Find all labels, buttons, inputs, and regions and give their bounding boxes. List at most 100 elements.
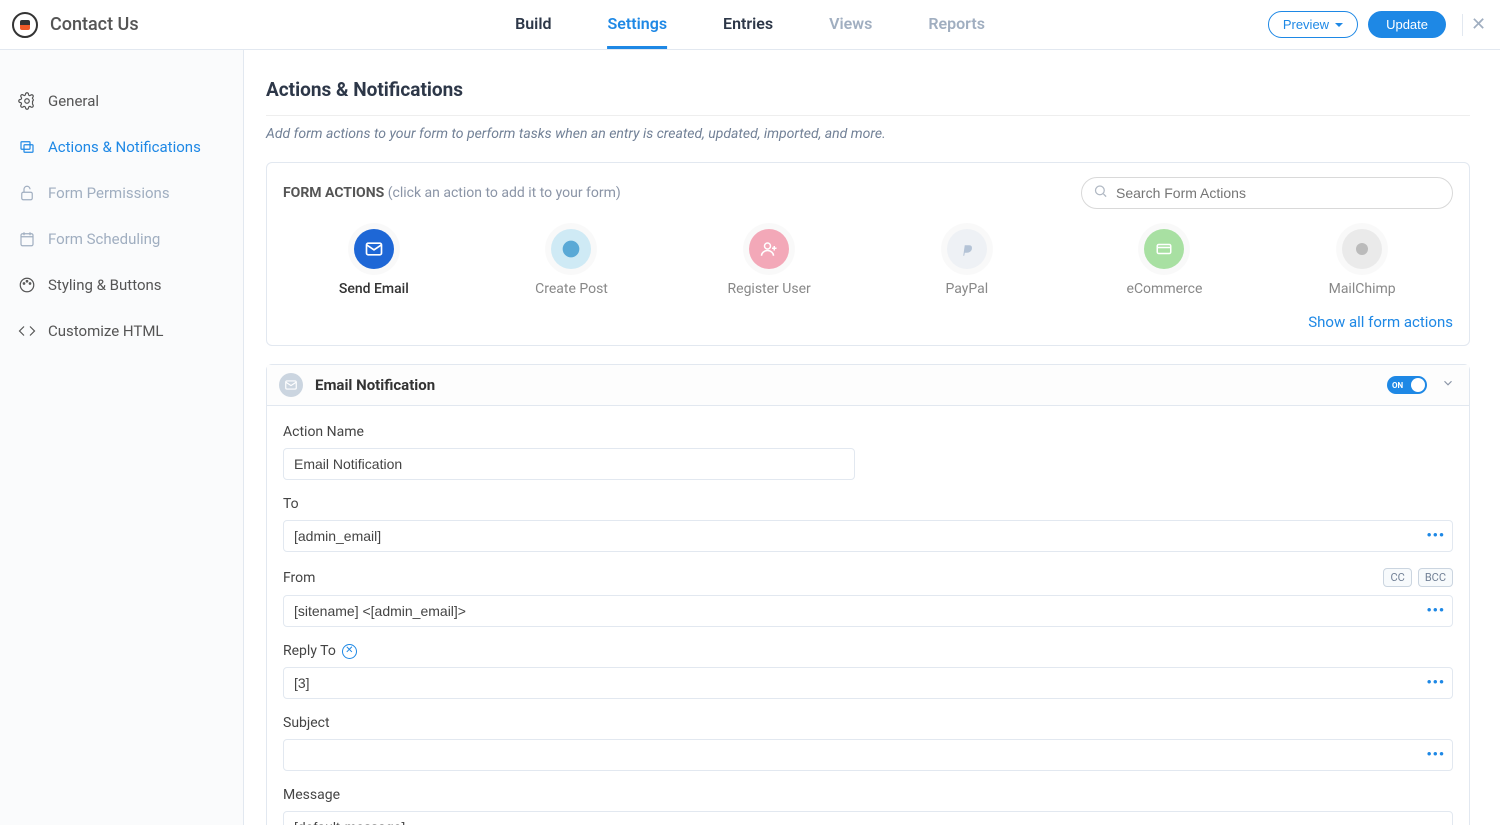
user-plus-icon (749, 229, 789, 269)
toggle-on[interactable]: ON (1387, 376, 1427, 394)
sidebar-label-general: General (48, 92, 99, 110)
input-reply-to[interactable] (283, 667, 1453, 699)
cc-button[interactable]: CC (1383, 568, 1411, 587)
brand-logo-icon (12, 12, 38, 38)
divider (266, 115, 1470, 116)
sidebar-label-actions: Actions & Notifications (48, 138, 201, 156)
preview-button[interactable]: Preview (1268, 11, 1358, 38)
action-register-user[interactable]: Register User (689, 229, 849, 297)
page-title: Actions & Notifications (266, 78, 1470, 105)
brand: Contact Us (12, 12, 232, 38)
label-from: From (283, 570, 315, 586)
credit-card-icon (1144, 229, 1184, 269)
field-reply-to: Reply To ✕ ••• (283, 643, 1453, 699)
toggle-label: ON (1392, 381, 1403, 390)
form-actions-panel: FORM ACTIONS (click an action to add it … (266, 162, 1470, 346)
action-label: Send Email (339, 281, 409, 297)
page-description: Add form actions to your form to perform… (266, 126, 1470, 142)
input-message[interactable] (283, 811, 1453, 825)
field-to: To ••• (283, 496, 1453, 552)
main-tabs: Build Settings Entries Views Reports (515, 0, 985, 49)
form-actions-header: FORM ACTIONS (click an action to add it … (267, 163, 1469, 209)
form-actions-heading-text: FORM ACTIONS (283, 185, 384, 201)
email-notification-title: Email Notification (315, 376, 435, 394)
input-subject[interactable] (283, 739, 1453, 771)
form-title: Contact Us (50, 14, 139, 35)
label-subject: Subject (283, 715, 1453, 731)
palette-icon (18, 276, 36, 294)
mail-icon (354, 229, 394, 269)
top-bar-right: Preview Update ✕ (1268, 11, 1484, 38)
input-from[interactable] (283, 595, 1453, 627)
tab-views[interactable]: Views (829, 0, 872, 49)
action-create-post[interactable]: Create Post (491, 229, 651, 297)
sidebar-item-permissions[interactable]: Form Permissions (0, 170, 243, 216)
show-all-link[interactable]: Show all form actions (1308, 313, 1453, 331)
label-action-name: Action Name (283, 424, 1453, 440)
more-icon[interactable]: ••• (1426, 603, 1445, 619)
field-message: Message (283, 787, 1453, 825)
paypal-icon (947, 229, 987, 269)
form-actions-subheading: (click an action to add it to your form) (388, 185, 621, 201)
lock-icon (18, 184, 36, 202)
chevron-down-icon (1335, 23, 1343, 27)
gear-icon (18, 92, 36, 110)
label-reply-to: Reply To (283, 643, 336, 659)
sidebar-item-scheduling[interactable]: Form Scheduling (0, 216, 243, 262)
top-bar: Contact Us Build Settings Entries Views … (0, 0, 1500, 50)
sidebar-item-styling[interactable]: Styling & Buttons (0, 262, 243, 308)
form-actions-heading: FORM ACTIONS (click an action to add it … (283, 185, 621, 201)
sidebar-label-customize: Customize HTML (48, 322, 164, 340)
search-icon (1093, 184, 1108, 203)
close-icon[interactable]: ✕ (1462, 14, 1484, 36)
tab-entries[interactable]: Entries (723, 0, 773, 49)
show-all-wrap: Show all form actions (267, 305, 1469, 345)
action-send-email[interactable]: Send Email (294, 229, 454, 297)
sidebar-label-styling: Styling & Buttons (48, 276, 162, 294)
calendar-icon (18, 230, 36, 248)
mailchimp-icon (1342, 229, 1382, 269)
search-form-actions (1081, 177, 1453, 209)
layers-icon (18, 138, 36, 156)
sidebar-item-customize[interactable]: Customize HTML (0, 308, 243, 354)
mail-icon (279, 373, 303, 397)
remove-icon[interactable]: ✕ (342, 644, 357, 659)
search-input[interactable] (1081, 177, 1453, 209)
action-ecommerce[interactable]: eCommerce (1084, 229, 1244, 297)
action-label: PayPal (945, 281, 988, 297)
action-mailchimp[interactable]: MailChimp (1282, 229, 1442, 297)
field-action-name: Action Name (283, 424, 1453, 480)
bcc-button[interactable]: BCC (1418, 568, 1453, 587)
more-icon[interactable]: ••• (1426, 675, 1445, 691)
more-icon[interactable]: ••• (1426, 747, 1445, 763)
action-label: eCommerce (1127, 281, 1203, 297)
action-label: MailChimp (1329, 281, 1396, 297)
sidebar-label-scheduling: Form Scheduling (48, 230, 160, 248)
sidebar-item-actions[interactable]: Actions & Notifications (0, 124, 243, 170)
label-to: To (283, 496, 1453, 512)
tab-settings[interactable]: Settings (607, 0, 667, 49)
chevron-down-icon[interactable] (1439, 376, 1457, 394)
action-paypal[interactable]: PayPal (887, 229, 1047, 297)
sidebar-item-general[interactable]: General (0, 78, 243, 124)
tab-reports[interactable]: Reports (928, 0, 985, 49)
wordpress-icon (551, 229, 591, 269)
input-action-name[interactable] (283, 448, 855, 480)
field-from: From CC BCC ••• (283, 568, 1453, 627)
label-message: Message (283, 787, 1453, 803)
input-to[interactable] (283, 520, 1453, 552)
actions-row: Send Email Create Post Register User (267, 209, 1469, 305)
preview-label: Preview (1283, 17, 1329, 32)
sidebar: General Actions & Notifications Form Per… (0, 50, 244, 825)
sidebar-label-permissions: Form Permissions (48, 184, 170, 202)
tab-build[interactable]: Build (515, 0, 551, 49)
field-subject: Subject ••• (283, 715, 1453, 771)
email-notification-header: Email Notification ON (267, 365, 1469, 406)
code-icon (18, 322, 36, 340)
update-button[interactable]: Update (1368, 11, 1446, 38)
action-label: Register User (728, 281, 811, 297)
more-icon[interactable]: ••• (1426, 528, 1445, 544)
email-notification-body: Action Name To ••• From (267, 406, 1469, 825)
main-content: Actions & Notifications Add form actions… (244, 50, 1500, 825)
action-label: Create Post (535, 281, 608, 297)
